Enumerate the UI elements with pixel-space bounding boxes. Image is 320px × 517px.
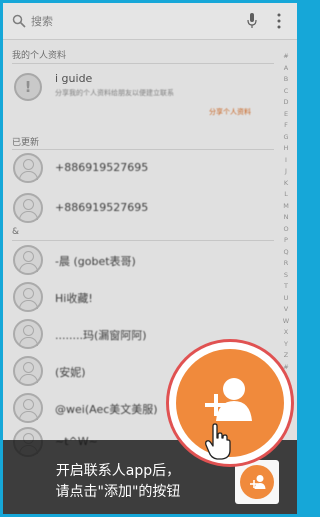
pointing-hand-icon xyxy=(205,423,231,460)
tip-text-line2: 请点击"添加"的按钮 xyxy=(55,484,181,500)
tip-text-line1: 开启联系人app后， xyxy=(55,463,181,479)
phone-frame: 搜索 我的个人资料 ! i guide 分享我的个人资料给朋友以便建立联系 分享… xyxy=(3,3,297,514)
add-person-icon xyxy=(250,475,266,489)
add-contact-button-preview[interactable] xyxy=(235,460,279,504)
add-contact-small-button[interactable] xyxy=(240,465,274,499)
